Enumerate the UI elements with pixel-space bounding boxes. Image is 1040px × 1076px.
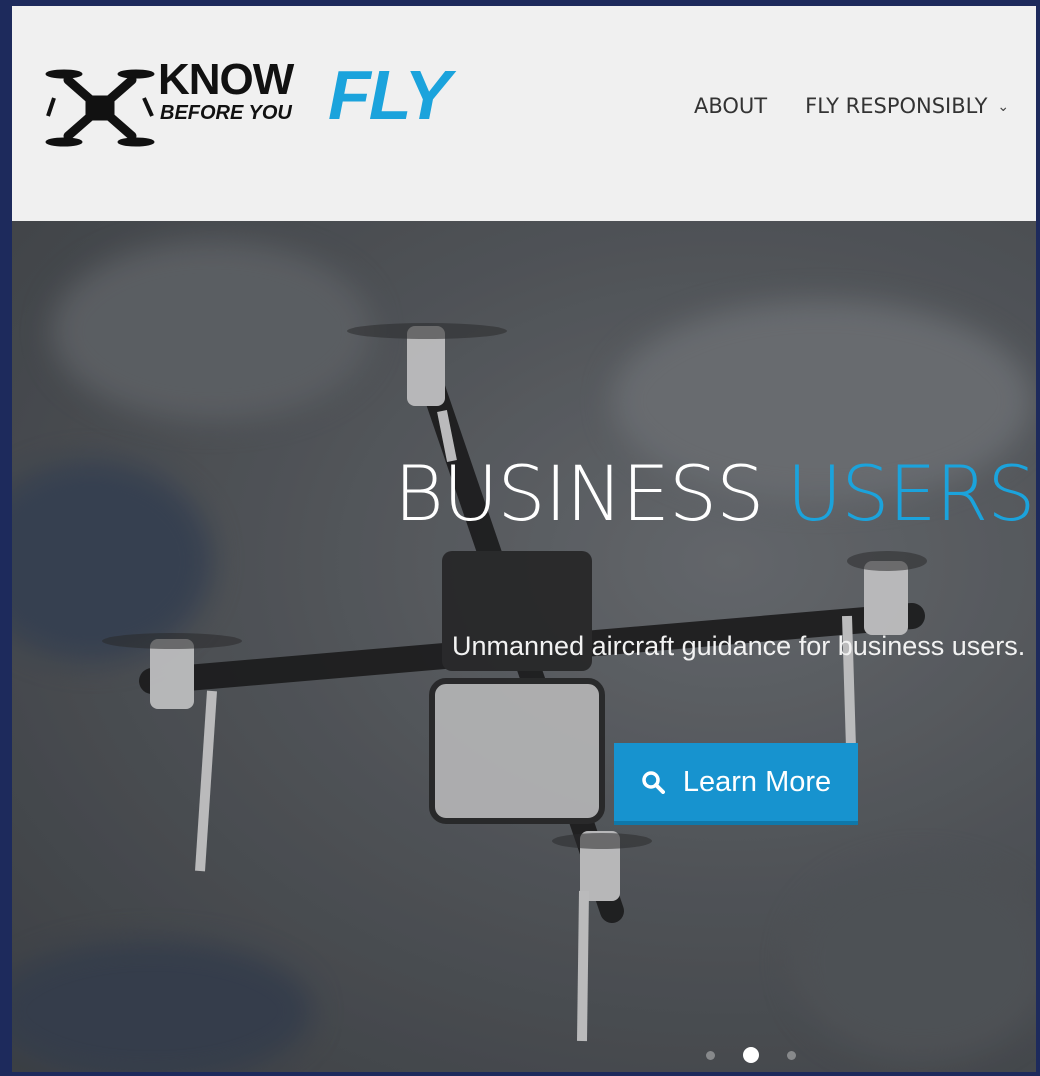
learn-more-label: Learn More xyxy=(682,765,832,798)
search-icon xyxy=(642,771,665,794)
site-header: KNOW BEFORE YOU FLY ABOUT FLY RESPONSIBL… xyxy=(12,6,1036,221)
hero-title: BUSINESS USERS xyxy=(394,449,1036,539)
slider-dot-3[interactable] xyxy=(787,1050,796,1060)
slider-dot-1[interactable] xyxy=(706,1050,715,1060)
slider-pagination xyxy=(692,1047,810,1063)
drone-logo-icon xyxy=(45,69,155,147)
site-logo[interactable]: KNOW BEFORE YOU FLY xyxy=(40,58,480,158)
hero-title-main: BUSINESS xyxy=(394,449,764,538)
nav-item-label: FLY RESPONSIBLY xyxy=(805,94,988,118)
browser-viewport: KNOW BEFORE YOU FLY ABOUT FLY RESPONSIBL… xyxy=(12,6,1036,1072)
logo-know-text: KNOW xyxy=(158,55,294,104)
hero-subtitle: Unmanned aircraft guidance for business … xyxy=(452,631,1026,661)
main-nav: ABOUT FLY RESPONSIBLY ⌄ xyxy=(694,94,1009,118)
chevron-down-icon: ⌄ xyxy=(997,99,1010,115)
learn-more-button[interactable]: Learn More xyxy=(614,743,858,825)
slider-dot-2[interactable] xyxy=(743,1047,759,1063)
nav-item-about[interactable]: ABOUT xyxy=(694,94,767,118)
hero-title-accent: USERS xyxy=(786,449,1036,538)
logo-fly-text: FLY xyxy=(328,56,451,134)
nav-item-fly-responsibly[interactable]: FLY RESPONSIBLY ⌄ xyxy=(805,94,1009,118)
logo-before-you-text: BEFORE YOU xyxy=(160,102,292,124)
hero-slider: BUSINESS USERS Unmanned aircraft guidanc… xyxy=(12,221,1036,1072)
